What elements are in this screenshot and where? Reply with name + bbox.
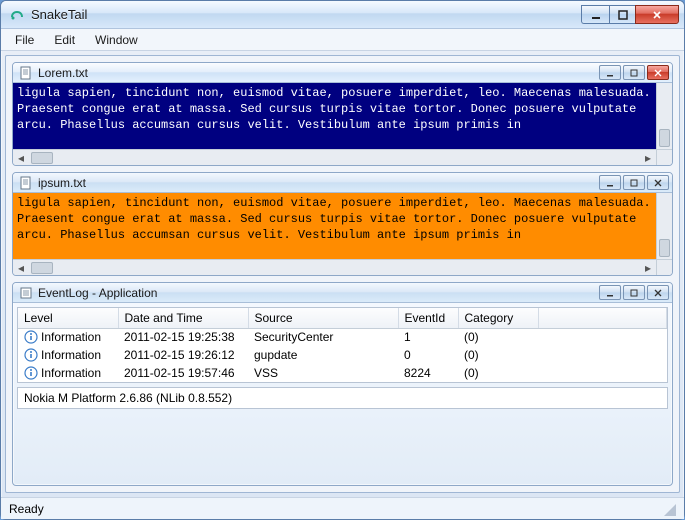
document-icon — [19, 176, 33, 190]
titlebar[interactable]: SnakeTail — [1, 1, 684, 29]
mdi-ipsum-minimize[interactable] — [599, 175, 621, 190]
mdi-lorem-maximize[interactable] — [623, 65, 645, 80]
mdi-eventlog-titlebar[interactable]: EventLog - Application — [13, 283, 672, 303]
ipsum-text[interactable]: ligula sapien, tincidunt non, euismod vi… — [13, 193, 672, 259]
col-spacer — [538, 308, 667, 328]
col-eventid[interactable]: EventId — [398, 308, 458, 328]
mdi-eventlog-close[interactable] — [647, 285, 669, 300]
app-icon — [9, 7, 25, 23]
col-level[interactable]: Level — [18, 308, 118, 328]
col-datetime[interactable]: Date and Time — [118, 308, 248, 328]
mdi-ipsum-title: ipsum.txt — [38, 176, 599, 190]
mdi-eventlog-minimize[interactable] — [599, 285, 621, 300]
menubar: File Edit Window — [1, 29, 684, 51]
scroll-right-icon[interactable]: ▸ — [640, 261, 656, 275]
eventlog-detail: Nokia M Platform 2.6.86 (NLib 0.8.552) — [17, 387, 668, 409]
mdi-ipsum-maximize[interactable] — [623, 175, 645, 190]
mdi-eventlog-title: EventLog - Application — [38, 286, 599, 300]
resize-grip-icon[interactable] — [662, 502, 676, 516]
eventlog-icon — [19, 286, 33, 300]
info-icon — [24, 348, 38, 362]
ipsum-hscroll[interactable]: ◂ ▸ — [13, 259, 672, 275]
app-title: SnakeTail — [31, 7, 581, 22]
scroll-thumb[interactable] — [31, 262, 53, 274]
mdi-ipsum-close[interactable] — [647, 175, 669, 190]
scroll-thumb[interactable] — [31, 152, 53, 164]
table-row[interactable]: Information2011-02-15 19:26:12gupdate0(0… — [18, 346, 667, 364]
close-button[interactable] — [635, 5, 679, 24]
mdi-eventlog: EventLog - Application Level Date and Ti… — [12, 282, 673, 486]
statusbar: Ready — [1, 497, 684, 519]
info-icon — [24, 366, 38, 380]
table-row[interactable]: Information2011-02-15 19:25:38SecurityCe… — [18, 328, 667, 346]
mdi-ipsum-titlebar[interactable]: ipsum.txt — [13, 173, 672, 193]
status-text: Ready — [9, 502, 44, 516]
mdi-lorem-minimize[interactable] — [599, 65, 621, 80]
mdi-client: Lorem.txt ligula sapien, tincidunt non, … — [5, 55, 680, 493]
col-source[interactable]: Source — [248, 308, 398, 328]
scroll-left-icon[interactable]: ◂ — [13, 151, 29, 165]
lorem-text[interactable]: ligula sapien, tincidunt non, euismod vi… — [13, 83, 672, 149]
menu-window[interactable]: Window — [85, 31, 148, 49]
mdi-lorem-title: Lorem.txt — [38, 66, 599, 80]
col-category[interactable]: Category — [458, 308, 538, 328]
eventlog-table[interactable]: Level Date and Time Source EventId Categ… — [17, 307, 668, 383]
mdi-eventlog-maximize[interactable] — [623, 285, 645, 300]
scroll-right-icon[interactable]: ▸ — [640, 151, 656, 165]
menu-file[interactable]: File — [5, 31, 44, 49]
mdi-ipsum: ipsum.txt ligula sapien, tincidunt non, … — [12, 172, 673, 276]
table-row[interactable]: Information2011-02-15 19:57:46VSS8224(0) — [18, 364, 667, 382]
maximize-button[interactable] — [609, 5, 635, 24]
document-icon — [19, 66, 33, 80]
minimize-button[interactable] — [581, 5, 609, 24]
main-window: SnakeTail File Edit Window Lorem.txt — [0, 0, 685, 520]
menu-edit[interactable]: Edit — [44, 31, 85, 49]
lorem-hscroll[interactable]: ◂ ▸ — [13, 149, 672, 165]
mdi-lorem-close[interactable] — [647, 65, 669, 80]
scroll-left-icon[interactable]: ◂ — [13, 261, 29, 275]
mdi-lorem-titlebar[interactable]: Lorem.txt — [13, 63, 672, 83]
mdi-lorem: Lorem.txt ligula sapien, tincidunt non, … — [12, 62, 673, 166]
info-icon — [24, 330, 38, 344]
